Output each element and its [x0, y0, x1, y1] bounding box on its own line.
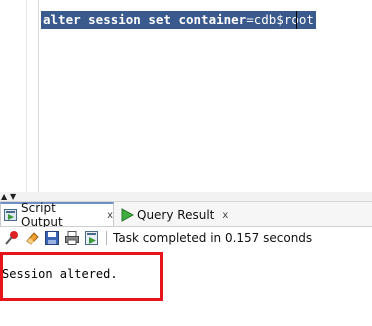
script-output-icon — [4, 208, 18, 222]
collapse-down-icon[interactable]: ▼ — [10, 193, 16, 201]
text-caret — [296, 11, 297, 29]
task-status-text: Task completed in 0.157 seconds — [113, 231, 313, 245]
export-icon[interactable] — [84, 230, 100, 246]
pin-icon[interactable] — [4, 230, 20, 246]
tab-script-output[interactable]: Script Output x — [0, 201, 114, 229]
tab-label: Script Output — [21, 201, 63, 229]
print-icon[interactable] — [64, 230, 80, 246]
save-icon[interactable] — [44, 230, 60, 246]
output-tab-strip: Script Output x Query Result x — [0, 201, 372, 229]
sql-value: =cdb$root — [246, 12, 314, 27]
play-icon — [120, 208, 135, 222]
gutter-divider — [26, 0, 27, 192]
margin-divider — [38, 0, 39, 192]
selected-sql-line[interactable]: alter session set container=cdb$root — [41, 11, 316, 29]
tab-query-result[interactable]: Query Result x — [117, 204, 237, 226]
toolbar-separator — [106, 231, 107, 245]
collapse-up-icon[interactable]: ▲ — [1, 193, 7, 201]
annotation-highlight-box — [0, 252, 163, 301]
output-toolbar: Task completed in 0.157 seconds — [0, 227, 372, 249]
tab-label: Query Result — [137, 208, 215, 222]
eraser-icon[interactable] — [24, 230, 40, 246]
sql-keywords: alter session set container — [43, 12, 247, 27]
sql-editor[interactable]: alter session set container=cdb$root — [0, 0, 372, 192]
close-icon[interactable]: x — [107, 210, 113, 221]
close-icon[interactable]: x — [222, 210, 228, 221]
